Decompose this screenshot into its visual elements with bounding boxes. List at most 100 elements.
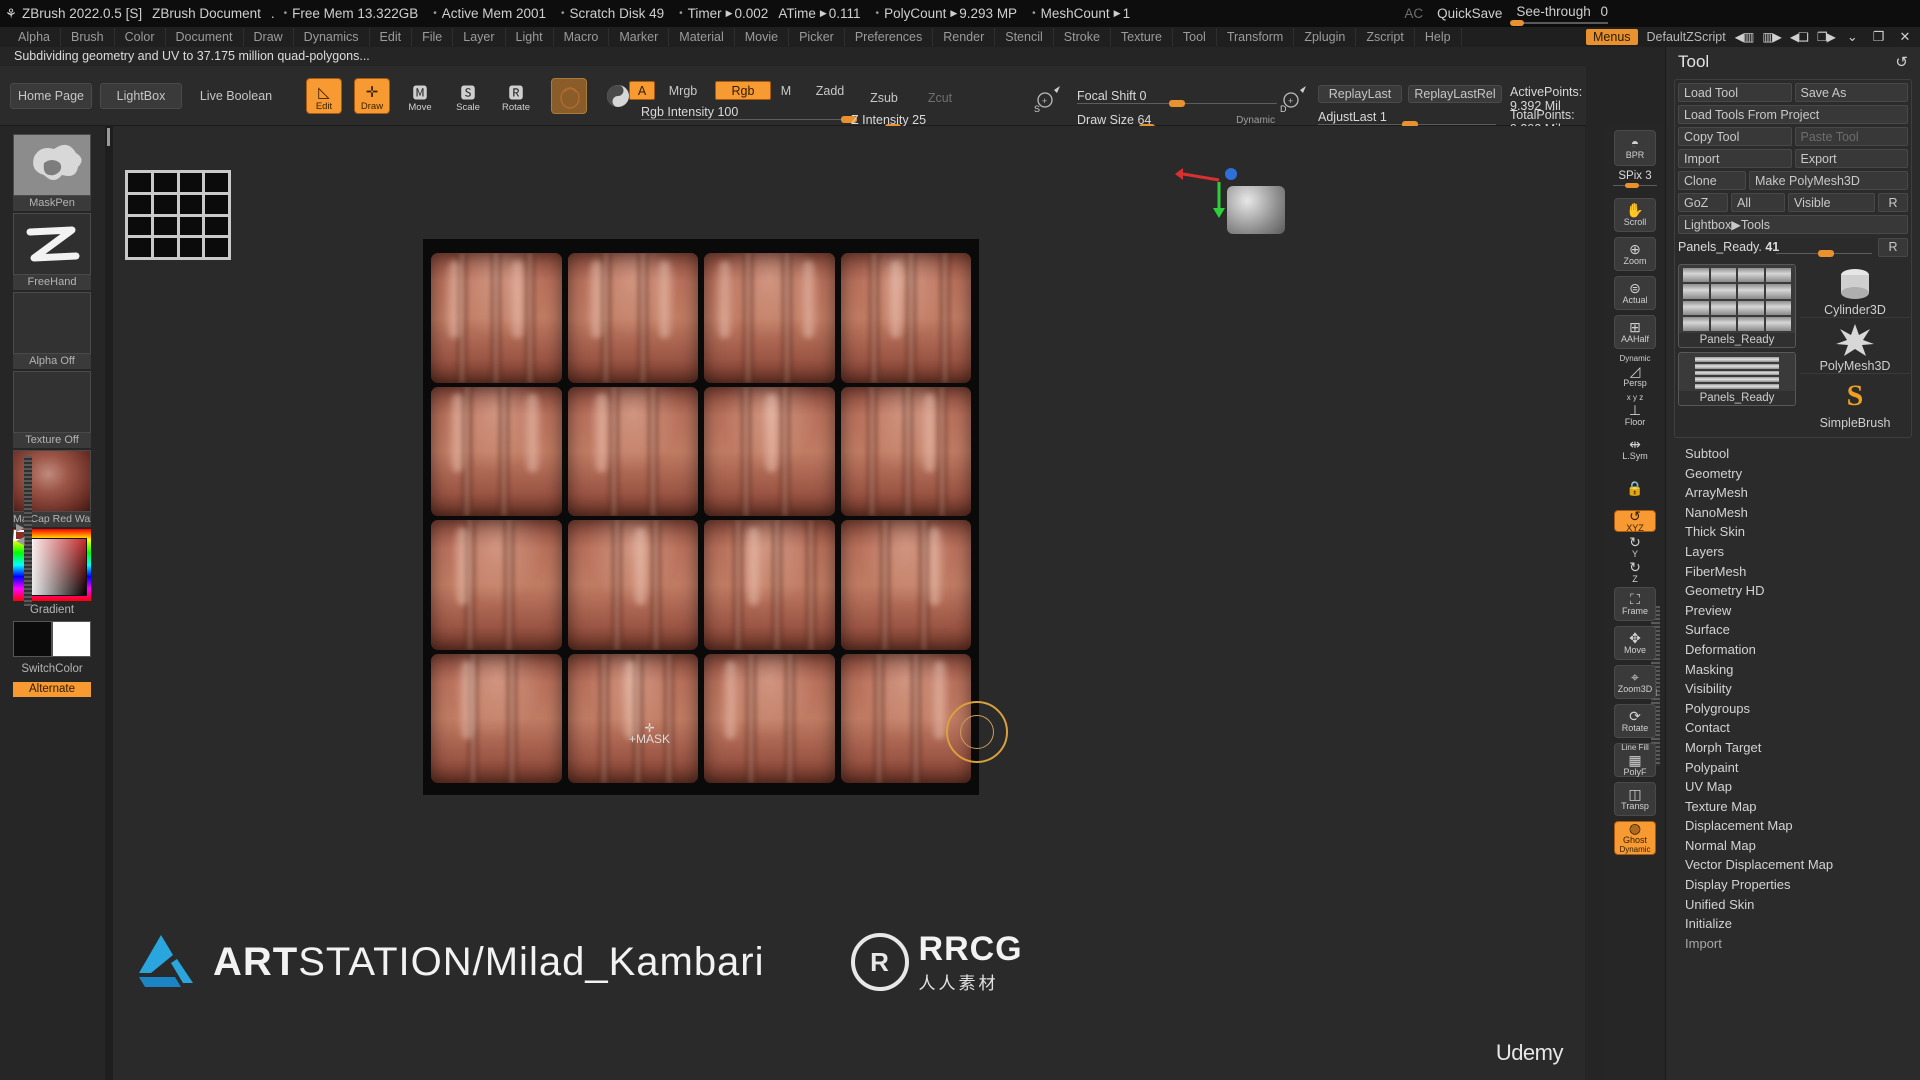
menu-item-transform[interactable]: Transform	[1217, 28, 1295, 46]
refresh-icon[interactable]: ↺	[1895, 53, 1908, 71]
live-boolean-button[interactable]: Live Boolean	[190, 83, 282, 109]
menu-item-zplugin[interactable]: Zplugin	[1294, 28, 1357, 46]
mesh-cell[interactable]	[567, 253, 698, 383]
export-button[interactable]: Export	[1794, 149, 1908, 168]
zsub-button[interactable]: Zsub	[862, 88, 906, 107]
copy-tool-button[interactable]: Copy Tool	[1678, 127, 1792, 146]
zadd-button[interactable]: Zadd	[808, 81, 852, 100]
focal-shift-slider[interactable]: Focal Shift 0	[1077, 87, 1277, 107]
adjust-last-slider[interactable]: AdjustLast 1	[1318, 108, 1496, 128]
tool-subpalette-unified-skin[interactable]: Unified Skin	[1666, 895, 1920, 915]
stroke-thumbnail[interactable]	[13, 213, 91, 275]
tool-subpalette-polypaint[interactable]: Polypaint	[1666, 758, 1920, 778]
menu-item-draw[interactable]: Draw	[244, 28, 294, 46]
window-next-icon[interactable]: ❐▶	[1817, 30, 1836, 44]
menu-item-marker[interactable]: Marker	[609, 28, 670, 46]
mrgb-button[interactable]: Mrgb	[660, 81, 706, 100]
panels-ready-slider[interactable]: Panels_Ready. 41 R	[1678, 237, 1908, 257]
load-tools-from-project-button[interactable]: Load Tools From Project	[1678, 105, 1908, 124]
tool-subpalette-display-properties[interactable]: Display Properties	[1666, 875, 1920, 895]
tool-subpalette-initialize[interactable]: Initialize	[1666, 914, 1920, 934]
right-shelf-move[interactable]: ✥ Move	[1614, 626, 1656, 660]
tool-subpalette-contact[interactable]: Contact	[1666, 718, 1920, 738]
right-shelf-transp[interactable]: ◫ Transp	[1614, 782, 1656, 816]
right-shelf-zoom[interactable]: ⊕ Zoom	[1614, 237, 1656, 271]
quicksave-button[interactable]: QuickSave	[1437, 6, 1502, 21]
draw-button[interactable]: ✛ Draw	[354, 78, 390, 114]
mesh-cell[interactable]	[840, 386, 971, 516]
menu-item-stencil[interactable]: Stencil	[995, 28, 1054, 46]
lightbox-tools-button[interactable]: Lightbox▶Tools	[1678, 215, 1908, 234]
tool-subpalette-vector-displacement-map[interactable]: Vector Displacement Map	[1666, 855, 1920, 875]
material-preview-button[interactable]	[551, 78, 587, 114]
brush-thumbnail[interactable]	[13, 134, 91, 196]
focal-shift-knob[interactable]	[1169, 100, 1185, 107]
tool-item-cylinder3d[interactable]: Cylinder3D	[1800, 264, 1910, 318]
menu-item-light[interactable]: Light	[506, 28, 554, 46]
rgb-intensity-slider[interactable]: Rgb Intensity 100	[641, 103, 857, 123]
scale-button[interactable]: 🆂 Scale	[450, 78, 486, 114]
menu-item-movie[interactable]: Movie	[735, 28, 790, 46]
menu-item-material[interactable]: Material	[669, 28, 735, 46]
right-shelf-floor[interactable]: x y z ⊥ Floor	[1614, 393, 1656, 427]
replay-stroke-button[interactable]: + D	[1278, 80, 1312, 114]
tool-subpalette-uv-map[interactable]: UV Map	[1666, 777, 1920, 797]
menu-item-zscript[interactable]: Zscript	[1356, 28, 1415, 46]
left-shelf-collapse-icon[interactable]: ▶ ◀	[16, 521, 24, 547]
visible-button[interactable]: Visible	[1788, 193, 1875, 212]
mesh-cell[interactable]	[431, 253, 562, 383]
tool-subpalette-import[interactable]: Import	[1666, 934, 1920, 954]
tool-subpalette-fibermesh[interactable]: FiberMesh	[1666, 562, 1920, 582]
mesh-cell[interactable]	[567, 653, 698, 783]
tool-subpalette-normal-map[interactable]: Normal Map	[1666, 836, 1920, 856]
all-button[interactable]: All	[1731, 193, 1785, 212]
right-shelf-transp-lock-icon[interactable]: 🔒	[1614, 471, 1656, 505]
mesh-cell[interactable]	[567, 520, 698, 650]
menu-item-alpha[interactable]: Alpha	[8, 28, 61, 46]
secondary-color-swatch[interactable]	[52, 621, 91, 657]
save-as-button[interactable]: Save As	[1794, 83, 1908, 102]
bpr-button[interactable]: ◓ BPR	[1614, 130, 1656, 166]
close-button[interactable]: ✕	[1896, 29, 1913, 45]
tool-subpalette-subtool[interactable]: Subtool	[1666, 444, 1920, 464]
goz-button[interactable]: GoZ	[1678, 193, 1728, 212]
menus-button[interactable]: Menus	[1586, 29, 1638, 45]
model-viewport[interactable]: ✛ +MASK	[423, 239, 1008, 795]
spix-knob[interactable]	[1625, 183, 1639, 188]
menu-item-brush[interactable]: Brush	[61, 28, 115, 46]
canvas-area[interactable]: ✛ +MASK ARTSTATION/Milad_Kambari R RRCG 人…	[105, 126, 1585, 1080]
tool-subpalette-nanomesh[interactable]: NanoMesh	[1666, 503, 1920, 523]
menu-item-file[interactable]: File	[412, 28, 454, 46]
mesh-cell[interactable]	[431, 653, 562, 783]
zscript-next-icon[interactable]: ▥▶	[1762, 30, 1782, 44]
menu-item-help[interactable]: Help	[1415, 28, 1462, 46]
spix-slider[interactable]: SPix 3	[1609, 170, 1661, 188]
load-tool-button[interactable]: Load Tool	[1678, 83, 1792, 102]
minimize-button[interactable]: ⌄	[1844, 29, 1861, 45]
right-shelf-scroll[interactable]: ✋ Scroll	[1614, 198, 1656, 232]
menu-item-picker[interactable]: Picker	[789, 28, 845, 46]
alternate-button[interactable]: Alternate	[13, 682, 91, 697]
mesh-cell[interactable]	[431, 386, 562, 516]
menu-item-color[interactable]: Color	[115, 28, 166, 46]
tool-subpalette-thick-skin[interactable]: Thick Skin	[1666, 522, 1920, 542]
rgb-button[interactable]: Rgb	[715, 81, 771, 100]
tool-subpalette-geometry[interactable]: Geometry	[1666, 464, 1920, 484]
switch-color-label[interactable]: SwitchColor	[13, 663, 91, 675]
menu-item-render[interactable]: Render	[933, 28, 996, 46]
right-shelf-ghost[interactable]: ◍ Ghost Dynamic	[1614, 821, 1656, 855]
right-shelf-actual[interactable]: ⊜ Actual	[1614, 276, 1656, 310]
alpha-selector[interactable]: Alpha Off	[13, 292, 91, 369]
right-shelf-zoom3d[interactable]: ⌖ Zoom3D	[1614, 665, 1656, 699]
zscript-prev-icon[interactable]: ◀▥	[1735, 30, 1755, 44]
right-shelf-z[interactable]: ↻ Z	[1614, 560, 1656, 584]
left-shelf-handle[interactable]	[24, 456, 32, 606]
lightbox-button[interactable]: LightBox	[100, 83, 182, 109]
import-button[interactable]: Import	[1678, 149, 1792, 168]
tool-subpalette-displacement-map[interactable]: Displacement Map	[1666, 816, 1920, 836]
mesh-cell[interactable]	[704, 653, 835, 783]
see-through-slider[interactable]: See-through 0	[1510, 4, 1608, 26]
replay-last-rel-button[interactable]: ReplayLastRel	[1408, 85, 1502, 103]
mesh-cell[interactable]	[567, 386, 698, 516]
move-button[interactable]: 🅼 Move	[402, 78, 438, 114]
